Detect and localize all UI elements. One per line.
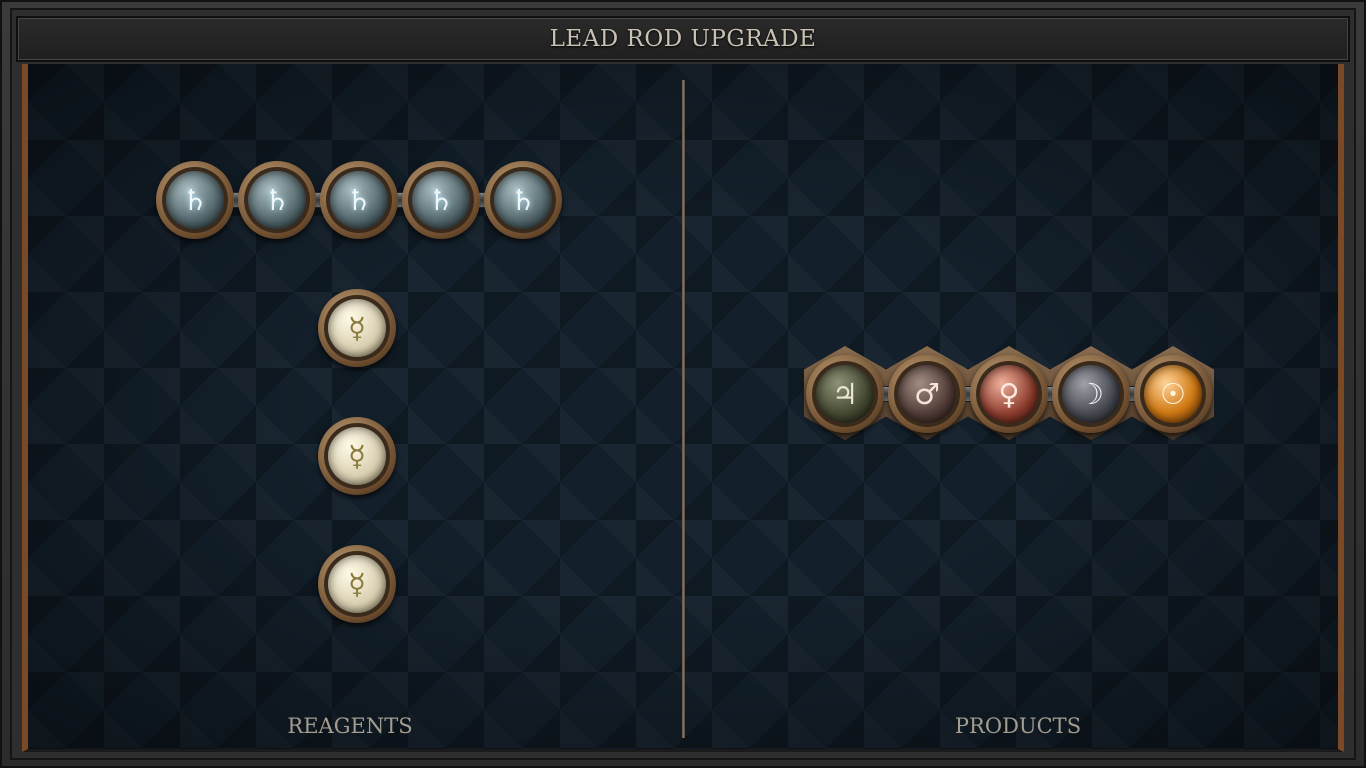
gold-symbol-icon: ☉ [1144, 365, 1202, 423]
product-atom-iron[interactable]: ♂ [888, 355, 966, 433]
product-atom-gold[interactable]: ☉ [1134, 355, 1212, 433]
products-label: PRODUCTS [954, 714, 1082, 738]
lead-symbol-icon: ♄ [412, 171, 470, 229]
lead-symbol-icon: ♄ [166, 171, 224, 229]
reagent-atom-lead[interactable]: ♄ [156, 161, 234, 239]
product-atom-copper[interactable]: ♀ [970, 355, 1048, 433]
panel-divider [682, 80, 685, 738]
quicksilver-symbol-icon: ☿ [328, 427, 386, 485]
reagent-atom-lead[interactable]: ♄ [238, 161, 316, 239]
reagents-label: REAGENTS [287, 714, 413, 738]
product-atom-silver[interactable]: ☽ [1052, 355, 1130, 433]
tin-symbol-icon: ♃ [816, 365, 874, 423]
title-bar: LEAD ROD UPGRADE [16, 16, 1350, 62]
quicksilver-symbol-icon: ☿ [328, 555, 386, 613]
lead-symbol-icon: ♄ [248, 171, 306, 229]
reagent-atom-quicksilver[interactable]: ☿ [318, 417, 396, 495]
lead-symbol-icon: ♄ [494, 171, 552, 229]
product-atom-tin[interactable]: ♃ [806, 355, 884, 433]
reagent-atom-lead[interactable]: ♄ [320, 161, 398, 239]
reagent-atom-lead[interactable]: ♄ [402, 161, 480, 239]
lead-symbol-icon: ♄ [330, 171, 388, 229]
silver-symbol-icon: ☽ [1062, 365, 1120, 423]
reagent-atom-quicksilver[interactable]: ☿ [318, 545, 396, 623]
window-title: LEAD ROD UPGRADE [549, 26, 817, 52]
reagent-atom-lead[interactable]: ♄ [484, 161, 562, 239]
quicksilver-symbol-icon: ☿ [328, 299, 386, 357]
iron-symbol-icon: ♂ [898, 365, 956, 423]
copper-symbol-icon: ♀ [980, 365, 1038, 423]
reagent-atom-quicksilver[interactable]: ☿ [318, 289, 396, 367]
